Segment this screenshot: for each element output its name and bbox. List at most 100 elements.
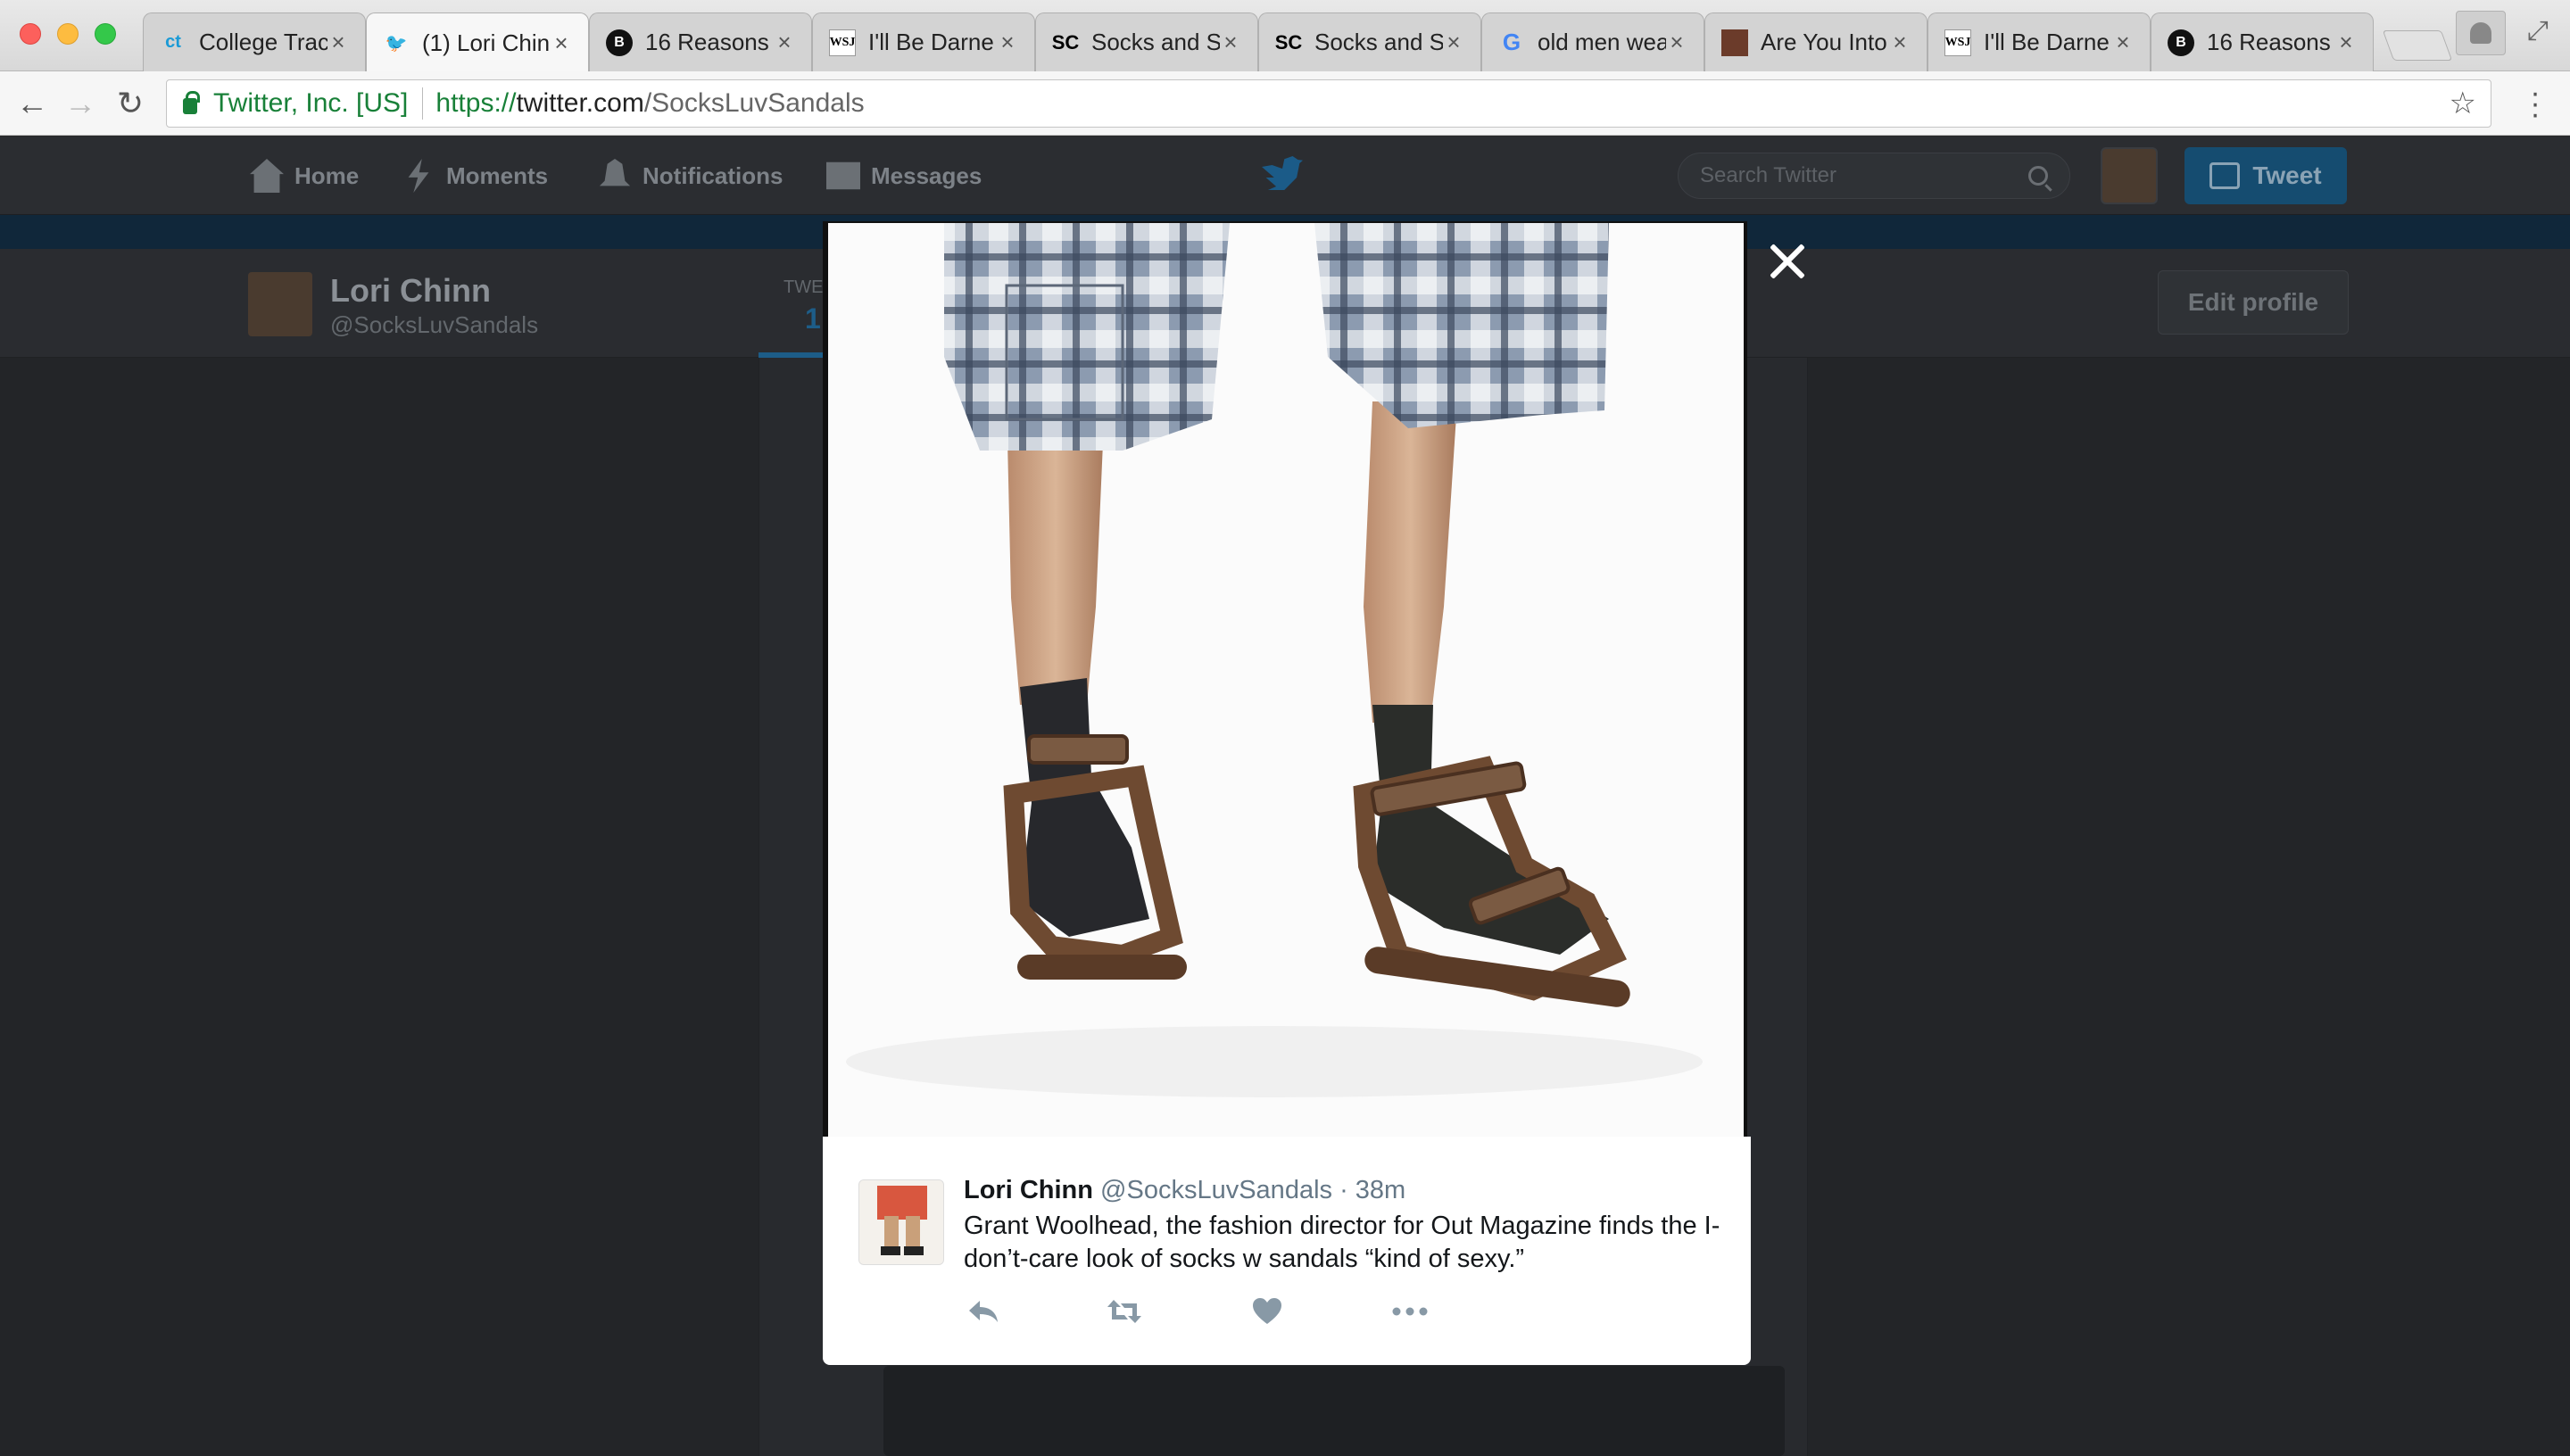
wsj-favicon-icon: WSJ (1944, 29, 1971, 56)
window-close-button[interactable] (20, 23, 41, 45)
new-tab-button[interactable] (2382, 30, 2453, 61)
tweets-stat-label[interactable]: TWE (783, 277, 823, 298)
author-name[interactable]: Lori Chinn (964, 1176, 1093, 1204)
author-handle[interactable]: @SocksLuvSandals (1100, 1176, 1332, 1204)
nav-home-label: Home (294, 161, 360, 189)
tweet-text: Grant Woolhead, the fashion director for… (964, 1212, 1720, 1273)
window-zoom-button[interactable] (95, 23, 116, 45)
twitter-bird-favicon-icon: 🐦 (385, 33, 408, 54)
tab-title: 16 Reasons (2207, 29, 2331, 55)
site-identity: Twitter, Inc. [US] (213, 88, 409, 118)
browser-tab[interactable]: G old men wea × (1481, 12, 1704, 71)
divider (422, 87, 424, 120)
tab-close-icon[interactable]: × (2335, 29, 2357, 56)
tweets-stat-value[interactable]: 1 (805, 302, 821, 335)
twitter-logo-icon[interactable] (1262, 156, 1303, 190)
reload-icon[interactable]: ↻ (111, 84, 150, 123)
tab-close-icon[interactable]: × (1666, 29, 1687, 56)
sc-favicon-icon: SC (1051, 30, 1080, 54)
tweet-photo[interactable] (828, 223, 1744, 1137)
tab-close-icon[interactable]: × (2112, 29, 2134, 56)
nav-messages[interactable]: Messages (826, 136, 982, 215)
tab-close-icon[interactable]: × (1889, 29, 1911, 56)
search-placeholder: Search Twitter (1700, 163, 1836, 187)
tweet-timestamp[interactable]: · 38m (1339, 1176, 1405, 1204)
tweet-button-label: Tweet (2252, 161, 2322, 189)
close-icon[interactable] (1763, 237, 1813, 287)
google-favicon-icon: G (1502, 29, 1521, 55)
reply-icon[interactable] (964, 1294, 1003, 1329)
tab-title: Socks and Sa (1091, 29, 1220, 55)
retweet-icon[interactable] (1105, 1294, 1144, 1329)
sc-favicon-icon: SC (1274, 30, 1303, 54)
profile-handle: @SocksLuvSandals (330, 311, 539, 338)
tab-close-icon[interactable]: × (774, 29, 795, 56)
browser-tab[interactable]: WSJ I'll Be Darne × (812, 12, 1035, 71)
url-host: twitter.com (516, 88, 644, 118)
image-favicon-icon (1721, 29, 1748, 56)
nav-home[interactable]: Home (250, 136, 359, 215)
tab-title: College Trac (199, 29, 327, 55)
twitter-top-nav: Home Moments Notifications Messages Sear… (0, 136, 2570, 215)
more-icon[interactable] (1390, 1294, 1430, 1329)
edit-profile-button[interactable]: Edit profile (2158, 270, 2349, 335)
person-icon (2470, 22, 2491, 44)
bell-icon (599, 159, 631, 186)
fullscreen-icon[interactable]: ⤢ (2522, 16, 2554, 48)
browser-tab[interactable]: B 16 Reasons × (2151, 12, 2374, 71)
url-scheme: https:// (435, 88, 517, 118)
tab-title: 16 Reasons (645, 29, 769, 55)
tab-close-icon[interactable]: × (1443, 29, 1464, 56)
like-icon[interactable] (1248, 1294, 1287, 1329)
window-minimize-button[interactable] (57, 23, 79, 45)
tab-title: I'll Be Darne (1984, 29, 2110, 55)
search-icon[interactable] (2028, 166, 2048, 186)
profile-name: Lori Chinn (330, 272, 491, 309)
wsj-favicon-icon: WSJ (829, 29, 856, 56)
bustle-favicon-icon: B (606, 29, 633, 56)
nav-moments[interactable]: Moments (402, 136, 548, 215)
nav-moments-label: Moments (446, 161, 549, 189)
url-path: /SocksLuvSandals (643, 88, 865, 118)
browser-toolbar: ← → ↻ Twitter, Inc. [US] https:// twitte… (0, 71, 2570, 136)
tab-close-icon[interactable]: × (997, 29, 1018, 56)
tweet-actions (964, 1294, 1499, 1329)
envelope-icon (826, 161, 860, 190)
browser-tab[interactable]: SC Socks and Sa × (1035, 12, 1258, 71)
back-arrow-icon[interactable]: ← (12, 84, 52, 123)
browser-menu-icon[interactable]: · · · (2522, 78, 2549, 129)
bookmark-star-icon[interactable]: ☆ (2450, 86, 2476, 121)
timeline-card (883, 1366, 1785, 1456)
nav-notifications-label: Notifications (642, 161, 783, 189)
tab-close-icon[interactable]: × (327, 29, 349, 56)
address-bar[interactable]: Twitter, Inc. [US] https:// twitter.com … (166, 79, 2491, 128)
tab-title: (1) Lori Chin (422, 29, 551, 56)
nav-notifications[interactable]: Notifications (598, 136, 783, 215)
tweet-header: Lori Chinn @SocksLuvSandals · 38m (964, 1176, 1405, 1205)
home-icon (250, 159, 284, 193)
tab-close-icon[interactable]: × (551, 29, 572, 57)
profile-button[interactable] (2456, 11, 2506, 55)
browser-tab[interactable]: Are You Into × (1704, 12, 1928, 71)
compose-icon (2209, 162, 2241, 189)
account-avatar[interactable] (2101, 147, 2158, 204)
search-input[interactable]: Search Twitter (1678, 153, 2070, 199)
browser-tab-strip: ct College Trac × 🐦 (1) Lori Chin × B 16… (0, 0, 2570, 72)
lightning-icon (408, 159, 429, 193)
author-avatar-image (859, 1180, 943, 1264)
lock-icon (183, 91, 200, 114)
browser-tab[interactable]: ct College Trac × (143, 12, 366, 71)
tweet-caption-card: Lori Chinn @SocksLuvSandals · 38m Grant … (823, 1137, 1751, 1365)
tab-close-icon[interactable]: × (1220, 29, 1241, 56)
tab-title: old men wea (1538, 29, 1666, 55)
tweet-button[interactable]: Tweet (2184, 147, 2347, 204)
author-avatar[interactable] (858, 1179, 944, 1265)
browser-tab[interactable]: WSJ I'll Be Darne × (1928, 12, 2151, 71)
bustle-favicon-icon: B (2168, 29, 2194, 56)
profile-avatar[interactable] (248, 272, 312, 336)
browser-tab[interactable]: B 16 Reasons × (589, 12, 812, 71)
browser-tab[interactable]: SC Socks and Sa × (1258, 12, 1481, 71)
browser-tab-active[interactable]: 🐦 (1) Lori Chin × (366, 12, 589, 72)
college-tracks-favicon-icon: ct (165, 32, 181, 52)
forward-arrow-icon[interactable]: → (61, 84, 100, 123)
